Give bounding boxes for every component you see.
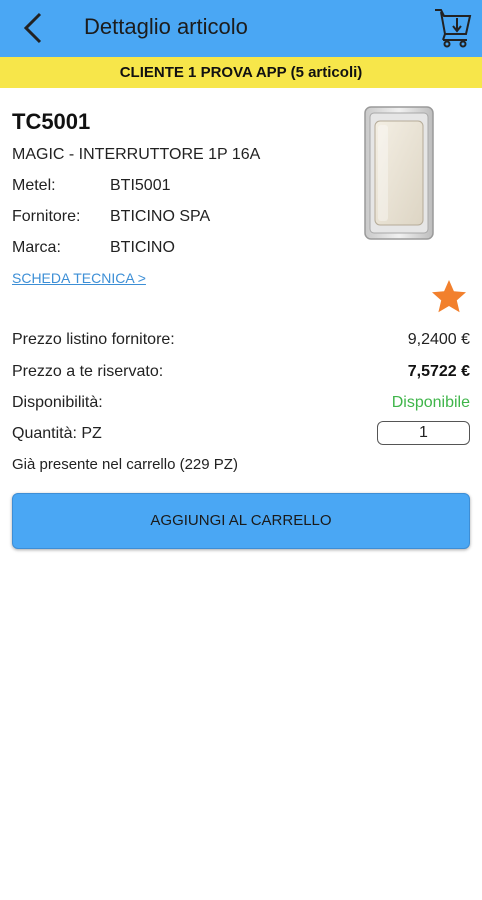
metel-value: BTI5001 <box>110 177 171 194</box>
metel-label: Metel: <box>12 177 56 194</box>
star-icon <box>432 280 466 313</box>
app-bar: Dettaglio articolo <box>0 0 482 57</box>
product-code: TC5001 <box>12 109 91 134</box>
back-button[interactable] <box>14 6 54 50</box>
supplier-value: BTICINO SPA <box>110 208 211 225</box>
in-cart-info: Già presente nel carrello (229 PZ) <box>12 456 238 473</box>
quantity-label: Quantità: PZ <box>12 425 102 442</box>
reserved-price-value: 7,5722 € <box>407 363 470 380</box>
datasheet-link[interactable]: SCHEDA TECNICA > <box>12 270 146 286</box>
brand-value: BTICINO <box>110 239 175 256</box>
chevron-left-icon <box>23 12 42 44</box>
cart-button[interactable] <box>432 4 474 48</box>
add-to-cart-button[interactable]: AGGIUNGI AL CARRELLO <box>12 493 470 549</box>
supplier-label: Fornitore: <box>12 208 81 225</box>
availability-label: Disponibilità: <box>12 394 103 411</box>
page-title: Dettaglio articolo <box>84 14 248 39</box>
quantity-input[interactable]: 1 <box>377 421 470 445</box>
availability-status: Disponibile <box>391 394 470 411</box>
list-price-value: 9,2400 € <box>407 331 470 348</box>
product-image <box>362 103 436 243</box>
favorite-button[interactable] <box>431 279 467 315</box>
product-description: MAGIC - INTERRUTTORE 1P 16A <box>12 146 261 163</box>
list-price-label: Prezzo listino fornitore: <box>12 331 175 348</box>
customer-banner: CLIENTE 1 PROVA APP (5 articoli) <box>0 57 482 88</box>
reserved-price-label: Prezzo a te riservato: <box>12 363 164 380</box>
shopping-cart-icon <box>435 9 472 48</box>
brand-label: Marca: <box>12 239 61 256</box>
